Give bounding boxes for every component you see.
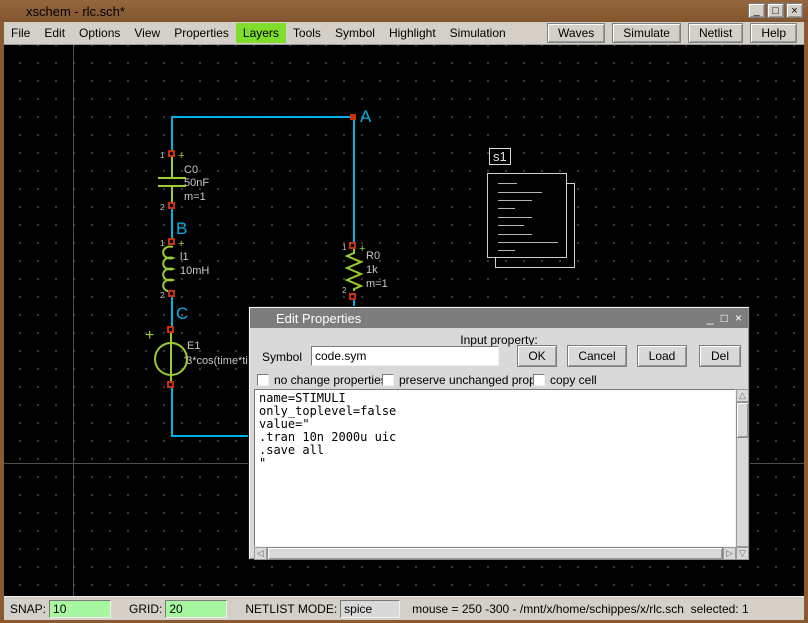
- cap-pin1[interactable]: [168, 150, 175, 157]
- help-button[interactable]: Help: [750, 23, 797, 43]
- inductor-coil[interactable]: [156, 245, 180, 293]
- wire-right[interactable]: [353, 116, 355, 244]
- res-value: 1k: [366, 264, 378, 276]
- cap-plus: +: [178, 151, 184, 162]
- cap-lead-top: [171, 157, 173, 177]
- cap-pin1-number: 1: [160, 151, 164, 160]
- copy-cell-label: copy cell: [550, 373, 597, 387]
- menu-simulation[interactable]: Simulation: [443, 23, 513, 43]
- src-plus: +: [145, 328, 154, 344]
- vertical-scroll-thumb[interactable]: [736, 402, 749, 438]
- netlist-button[interactable]: Netlist: [688, 23, 743, 43]
- waves-button[interactable]: Waves: [547, 23, 605, 43]
- cap-plate-top[interactable]: [158, 177, 186, 179]
- copy-cell-checkbox[interactable]: [533, 374, 545, 386]
- cap-pin2-number: 2: [160, 203, 164, 212]
- minimize-icon[interactable]: _: [748, 3, 765, 18]
- window-title: xschem - rlc.sch*: [26, 4, 125, 19]
- menu-file[interactable]: File: [4, 23, 37, 43]
- menu-highlight[interactable]: Highlight: [382, 23, 443, 43]
- menu-tools[interactable]: Tools: [286, 23, 328, 43]
- scroll-right-icon[interactable]: ▷: [723, 547, 736, 560]
- ok-button[interactable]: OK: [517, 345, 557, 367]
- snap-label: SNAP:: [10, 602, 46, 616]
- res-mult: m=1: [366, 278, 388, 290]
- code-symbol-label[interactable]: s1: [489, 148, 511, 165]
- symbol-input[interactable]: code.sym: [311, 346, 499, 366]
- statusbar: SNAP: 10 GRID: 20 NETLIST MODE: spice mo…: [4, 596, 804, 620]
- source-circle[interactable]: [154, 342, 188, 376]
- resistor-zigzag[interactable]: [344, 249, 364, 291]
- ind-value: 10mH: [180, 265, 209, 277]
- cap-name: C0: [184, 164, 198, 176]
- src-pin2[interactable]: [167, 381, 174, 388]
- wire-top[interactable]: [171, 116, 355, 118]
- preserve-unchanged-props-checkbox[interactable]: [382, 374, 394, 386]
- snap-input[interactable]: 10: [49, 600, 111, 618]
- ind-pin2-number: 2: [160, 291, 164, 300]
- axis-vertical: [73, 45, 74, 596]
- dialog-titlebar[interactable]: Edit Properties _ □ ×: [250, 308, 748, 328]
- maximize-icon[interactable]: □: [767, 3, 784, 18]
- menubar: File Edit Options View Properties Layers…: [4, 22, 804, 45]
- dialog-minimize-icon[interactable]: _: [707, 312, 714, 324]
- ind-name: l1: [180, 251, 189, 263]
- wire-src-bottom[interactable]: [171, 385, 173, 437]
- grid-input[interactable]: 20: [165, 600, 227, 618]
- net-label-c[interactable]: C: [176, 304, 188, 324]
- grid-label: GRID:: [129, 602, 162, 616]
- xschem-window: xschem - rlc.sch* _ □ × File Edit Option…: [0, 0, 808, 623]
- scroll-down-icon[interactable]: ▽: [736, 547, 749, 560]
- scroll-up-icon[interactable]: △: [736, 389, 749, 402]
- menu-options[interactable]: Options: [72, 23, 127, 43]
- res-pin2[interactable]: [349, 293, 356, 300]
- res-name: R0: [366, 250, 380, 262]
- wire-ind-src[interactable]: [171, 295, 173, 328]
- wire-endpoint: [350, 114, 356, 120]
- no-change-properties-label: no change properties: [274, 373, 387, 387]
- cancel-button[interactable]: Cancel: [567, 345, 627, 367]
- ind-pin1[interactable]: [168, 238, 175, 245]
- dialog-maximize-icon[interactable]: □: [721, 312, 728, 324]
- del-button[interactable]: Del: [699, 345, 741, 367]
- edit-properties-dialog: Edit Properties _ □ × Input property: Sy…: [248, 306, 750, 560]
- wire-bottom[interactable]: [171, 435, 257, 437]
- cap-mult: m=1: [184, 191, 206, 203]
- horizontal-scroll-thumb[interactable]: [267, 547, 723, 560]
- preserve-unchanged-props-label: preserve unchanged props: [399, 373, 542, 387]
- code-symbol[interactable]: [487, 173, 567, 258]
- dialog-close-icon[interactable]: ×: [735, 312, 742, 324]
- cap-pin2[interactable]: [168, 202, 175, 209]
- res-pin1[interactable]: [349, 242, 356, 249]
- scroll-left-icon[interactable]: ◁: [254, 547, 267, 560]
- menu-symbol[interactable]: Symbol: [328, 23, 382, 43]
- src-pin1[interactable]: [167, 326, 174, 333]
- simulate-button[interactable]: Simulate: [612, 23, 681, 43]
- net-label-b[interactable]: B: [176, 219, 187, 239]
- mouse-coordinates-info: mouse = 250 -300 - /mnt/x/home/schippes/…: [412, 602, 749, 616]
- menu-properties[interactable]: Properties: [167, 23, 236, 43]
- netlist-mode-input[interactable]: spice: [340, 600, 400, 618]
- menu-edit[interactable]: Edit: [37, 23, 72, 43]
- window-titlebar: xschem - rlc.sch* _ □ ×: [0, 0, 808, 22]
- netlist-mode-label: NETLIST MODE:: [245, 602, 337, 616]
- menu-layers[interactable]: Layers: [236, 23, 286, 43]
- no-change-properties-checkbox[interactable]: [257, 374, 269, 386]
- src-name: E1: [187, 340, 200, 352]
- symbol-label: Symbol: [262, 350, 302, 364]
- ind-pin2[interactable]: [168, 290, 175, 297]
- src-value: '3*cos(time*ti: [184, 355, 248, 367]
- close-icon[interactable]: ×: [786, 3, 803, 18]
- property-textarea[interactable]: name=STIMULI only_toplevel=false value="…: [254, 389, 736, 547]
- load-button[interactable]: Load: [637, 345, 687, 367]
- menu-view[interactable]: View: [127, 23, 167, 43]
- net-label-a[interactable]: A: [360, 107, 371, 127]
- wire-cap-top[interactable]: [171, 116, 173, 154]
- res-pin2-number: 2: [342, 286, 346, 295]
- dialog-title: Edit Properties: [276, 311, 361, 326]
- cap-value: 50nF: [184, 177, 209, 189]
